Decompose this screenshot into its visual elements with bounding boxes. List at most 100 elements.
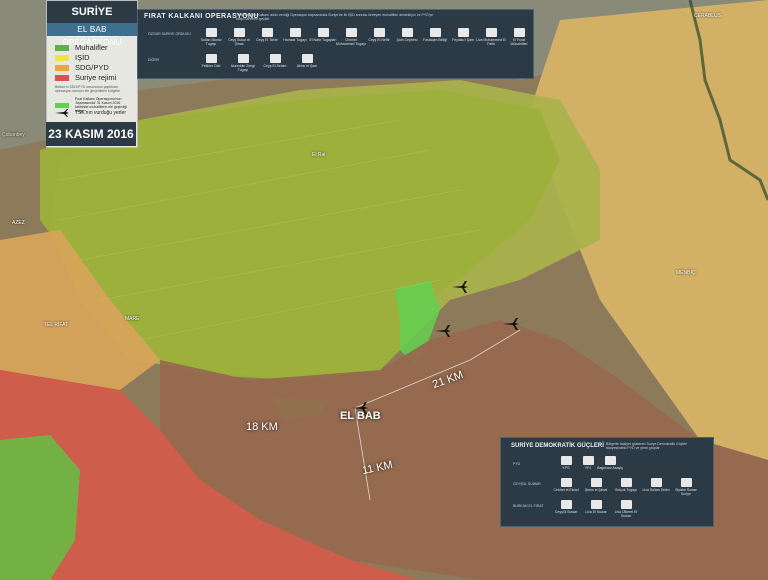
group-name: Ceyş'ül Suwar (554, 510, 578, 514)
group-name: Fastaqim Birliği (423, 38, 447, 42)
legend-airstrike: TSK'nın vurduğu yerler (55, 109, 126, 117)
jet-icon (503, 318, 519, 330)
row-label-oso: ÖZGÜR SURİYE ORDUSU (148, 32, 191, 36)
legend-note: Beltan'ın SDG/PYD unsurunun yaptıkları o… (55, 85, 121, 93)
group-name: Fetihler Dalı (201, 64, 221, 68)
group-name: Liva Ülkeret El Suwar (614, 510, 638, 518)
group-logo-icon (590, 478, 602, 487)
group-logo-icon (345, 28, 357, 37)
group-name: Liva Sultan Selim (642, 488, 670, 492)
group-item: Fetihler Dalı (196, 54, 226, 68)
legend-item-sdg: SDG/PYD (55, 63, 109, 72)
group-item: Ahrar el Şam (292, 54, 322, 68)
group-logo-icon (317, 28, 329, 37)
group-logo-icon (401, 28, 413, 37)
group-item: El Nahr Tugayları (308, 28, 338, 42)
group-name: Selçuk Tugayı (615, 488, 637, 492)
map-label-menbic: MENBİÇ (676, 270, 696, 276)
group-item: Ceyş Sukur el Şimal (224, 28, 254, 46)
map-label-elrai: El Rai (312, 152, 326, 158)
group-item: Siyahe Suwar Suriye (671, 478, 701, 496)
group-name: Ceyş El Tahrir (256, 38, 278, 42)
map-label-marea: MARE (125, 316, 140, 322)
group-name: Liva El Suwar (585, 510, 607, 514)
group-name: Ahrar el Şam (296, 64, 318, 68)
group-item: Liva Muhammed El Fatih (476, 28, 506, 46)
group-item: Ceyş El Tahrir (252, 28, 282, 42)
group-logo-icon (205, 28, 217, 37)
group-item: Liva Sultan Selim (641, 478, 671, 492)
legend-item-isid: IŞİD (55, 53, 90, 62)
group-logo-icon (269, 54, 281, 63)
row-label-burkan: BURKAN EL FIRAT (513, 504, 544, 508)
group-logo-icon (429, 28, 441, 37)
map-label-telrifat: TEL RIFAT (44, 322, 69, 328)
group-name: Nureddin Zengi Tugayı (231, 64, 255, 72)
group-logo-icon (301, 54, 313, 63)
group-logo-icon (513, 28, 525, 37)
row-label-ceysul: CEYŞÜL SUWAR (513, 482, 541, 486)
group-item: Liva Ülkeret El Suwar (611, 500, 641, 518)
group-item: Selçuk Tugayı (611, 478, 641, 492)
row-label-pyd: PYD (513, 462, 521, 466)
jet-icon (452, 281, 468, 293)
group-logo-icon (289, 28, 301, 37)
sdg-panel: SURİYE DEMOKRATİK GÜÇLERİ Bölgede faaliy… (500, 437, 714, 527)
group-logo-icon (261, 28, 273, 37)
jet-icon (55, 109, 69, 117)
group-item: Sultan Murad Tugayı (196, 28, 226, 46)
group-item: Liva El Suwar (581, 500, 611, 514)
group-item: Hamzat Tugayı (280, 28, 310, 42)
group-item: Şam Cephesi (392, 28, 422, 42)
legend-item-regime: Suriye rejimi (55, 73, 116, 82)
group-logo-icon (620, 500, 632, 509)
group-item: Cebhet el Ekrad (551, 478, 581, 492)
group-item: Feylaku'l Şam (448, 28, 478, 42)
group-logo-icon (560, 456, 572, 465)
group-logo-icon (560, 478, 572, 487)
sdg-description: Bölgede faaliyet gösteren Suriye Demokra… (606, 442, 688, 450)
group-logo-icon (205, 54, 217, 63)
header-title: SURİYE GÜNDEMİ (47, 1, 137, 40)
group-name: Hamzat Tugayı (283, 38, 307, 42)
map-label-cerablus: CERABLUS (694, 13, 721, 19)
sdg-title: SURİYE DEMOKRATİK GÜÇLERİ (511, 443, 604, 449)
header-subtitle: EL BAB OPERASYONU (47, 23, 137, 47)
group-logo-icon (650, 478, 662, 487)
jet-icon (435, 325, 451, 337)
date-badge: 23 KASIM 2016 (46, 122, 136, 146)
group-item: Ceyş El Selam (260, 54, 290, 68)
group-item: Şems el Şimal (581, 478, 611, 492)
group-name: Ümmet Muhammed Tugayı (336, 38, 366, 46)
group-logo-icon (457, 28, 469, 37)
map-label-azez: AZEZ (12, 220, 25, 226)
group-logo-icon (582, 456, 594, 465)
group-logo-icon (604, 456, 616, 465)
group-logo-icon (233, 28, 245, 37)
group-name: Siyahe Suwar Suriye (675, 488, 697, 496)
group-logo-icon (237, 54, 249, 63)
group-name: Liva Muhammed El Fatih (476, 38, 506, 46)
group-item: Bagımsız Asayiş (595, 456, 625, 470)
group-name: Şems el Şimal (584, 488, 608, 492)
group-item: Ümmet Muhammed Tugayı (336, 28, 366, 46)
group-item: Ceyş'ül Suwar (551, 500, 581, 514)
row-label-diger: DİĞER (148, 58, 160, 62)
group-name: Cebhet el Ekrad (553, 488, 579, 492)
group-name: Şam Cephesi (396, 38, 418, 42)
group-logo-icon (485, 28, 497, 37)
group-name: El Furat Mücahitleri (510, 38, 528, 46)
group-name: Ceyş El Neffir (368, 38, 390, 42)
legend-item-muhalifler: Muhalifler (55, 43, 108, 52)
distance-west: 18 KM (246, 421, 278, 433)
operation-description: TSK'nın Fırat Kalkanı adını verdiği Oper… (236, 13, 434, 22)
group-name: El Nahr Tugayları (309, 38, 337, 42)
group-logo-icon (590, 500, 602, 509)
group-item: Ceyş El Neffir (364, 28, 394, 42)
jet-icon (352, 402, 368, 414)
group-name: Ceyş Sukur el Şimal (228, 38, 250, 46)
group-name: Sultan Murad Tugayı (200, 38, 222, 46)
group-logo-icon (560, 500, 572, 509)
group-item: Fastaqim Birliği (420, 28, 450, 42)
group-logo-icon (680, 478, 692, 487)
